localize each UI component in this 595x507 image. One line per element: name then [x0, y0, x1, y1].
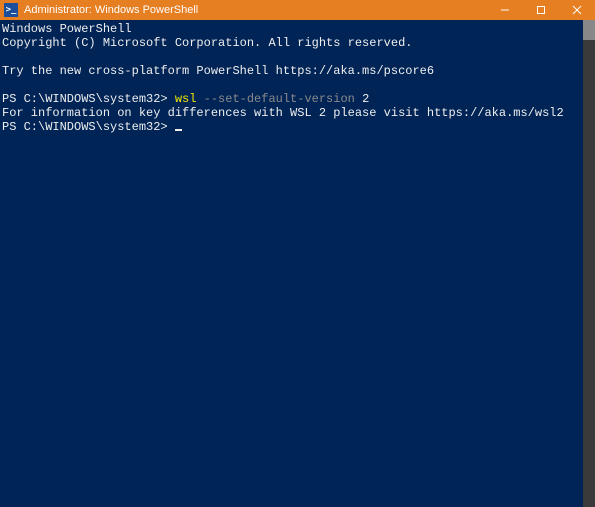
minimize-button[interactable]	[487, 0, 523, 20]
output-1: For information on key differences with …	[2, 106, 564, 120]
prompt-1-arg: 2	[355, 92, 369, 106]
terminal-output[interactable]: Windows PowerShell Copyright (C) Microso…	[0, 20, 583, 507]
minimize-icon	[500, 5, 510, 15]
powershell-icon: >_	[4, 3, 18, 17]
titlebar[interactable]: >_ Administrator: Windows PowerShell	[0, 0, 595, 20]
vertical-scrollbar[interactable]	[583, 20, 595, 507]
prompt-1-command: wsl	[175, 92, 197, 106]
prompt-1-flag: --set-default-version	[196, 92, 354, 106]
window-controls	[487, 0, 595, 20]
close-button[interactable]	[559, 0, 595, 20]
header-line-1: Windows PowerShell	[2, 22, 132, 36]
maximize-icon	[536, 5, 546, 15]
scroll-thumb[interactable]	[583, 20, 595, 40]
close-icon	[572, 5, 582, 15]
prompt-1-prefix: PS C:\WINDOWS\system32>	[2, 92, 175, 106]
window-title: Administrator: Windows PowerShell	[24, 4, 198, 16]
content-area: Windows PowerShell Copyright (C) Microso…	[0, 20, 595, 507]
maximize-button[interactable]	[523, 0, 559, 20]
powershell-window: >_ Administrator: Windows PowerShell	[0, 0, 595, 507]
cursor	[175, 129, 182, 131]
header-line-2: Copyright (C) Microsoft Corporation. All…	[2, 36, 412, 50]
try-line: Try the new cross-platform PowerShell ht…	[2, 64, 434, 78]
prompt-2: PS C:\WINDOWS\system32>	[2, 120, 175, 134]
